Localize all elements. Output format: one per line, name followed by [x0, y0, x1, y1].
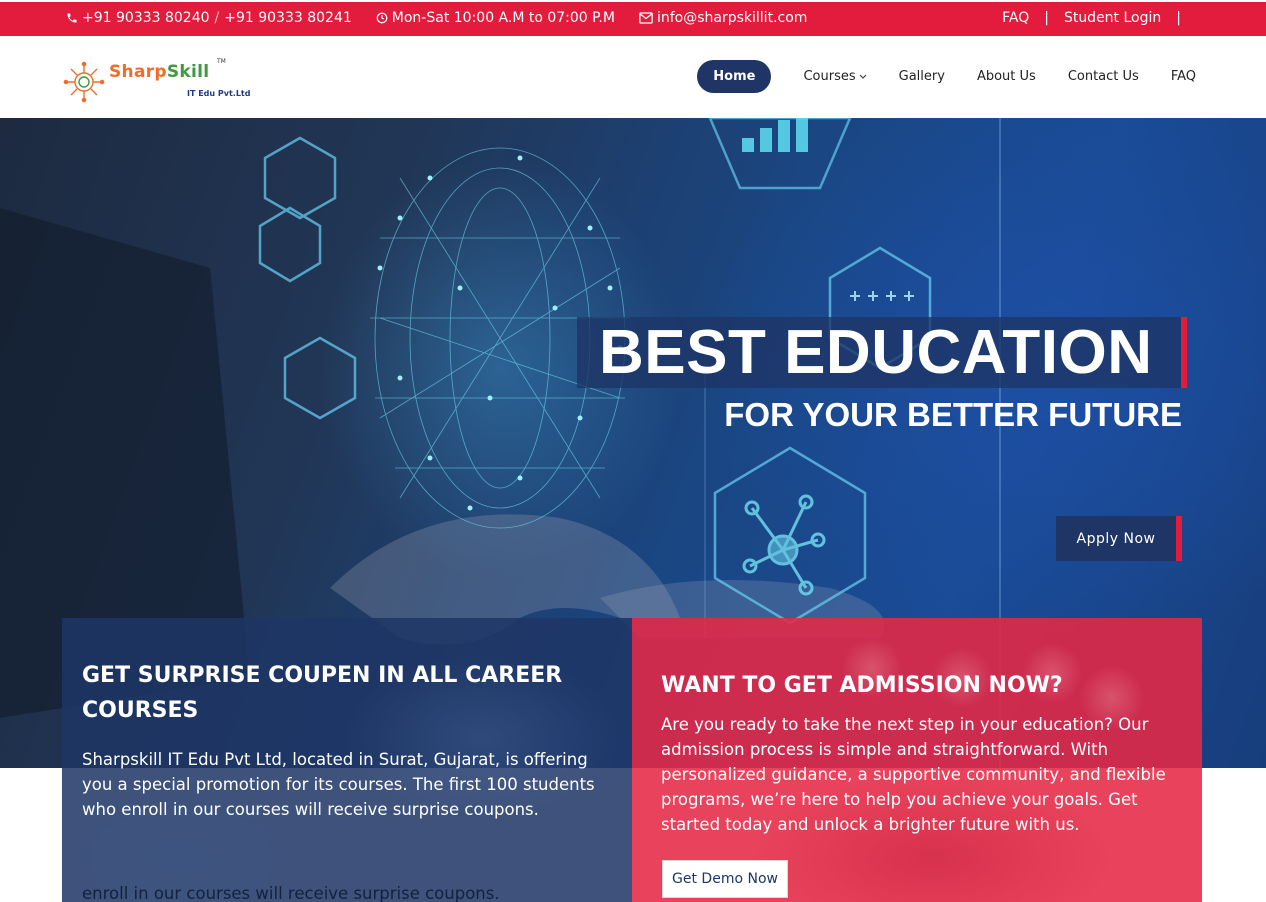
chevron-down-icon [859, 74, 867, 79]
office-hours: Mon-Sat 10:00 A.M to 07:00 P.M [376, 10, 615, 26]
top-faq-link[interactable]: FAQ [1002, 10, 1029, 26]
logo-brand-part2: Skill [166, 62, 210, 82]
email-link[interactable]: info@sharpskillit.com [657, 10, 807, 26]
phone-icon [67, 13, 77, 23]
coupon-card-text: Sharpskill IT Edu Pvt Ltd, located in Su… [82, 750, 595, 819]
logo-tagline: IT Edu Pvt.Ltd [187, 89, 251, 98]
nav-gallery[interactable]: Gallery [899, 69, 945, 84]
nav-courses-label: Courses [803, 69, 856, 84]
logo-brand: SharpSkill [109, 62, 209, 82]
phone-numbers: +91 90333 80240 / +91 90333 80241 [66, 10, 352, 26]
student-login-link[interactable]: Student Login [1064, 10, 1161, 26]
hours-text: Mon-Sat 10:00 A.M to 07:00 P.M [391, 10, 615, 26]
top-link-separator: | [1044, 10, 1049, 26]
admission-card-text: Are you ready to take the next step in y… [661, 715, 1166, 834]
hero-title-box: BEST EDUCATION [577, 317, 1187, 388]
hero-title: BEST EDUCATION [599, 318, 1153, 387]
top-contact-bar: +91 90333 80240 / +91 90333 80241 Mon-Sa… [0, 0, 1266, 36]
nav-home[interactable]: Home [697, 60, 772, 93]
coupon-card-overflow-text: enroll in our courses will receive surpr… [82, 884, 500, 902]
nav-contact[interactable]: Contact Us [1068, 69, 1139, 84]
phone-2[interactable]: +91 90333 80241 [224, 10, 352, 26]
nav-faq[interactable]: FAQ [1171, 69, 1196, 84]
logo-brand-part1: Sharp [109, 62, 167, 82]
admission-card: WANT TO GET ADMISSION NOW? Are you ready… [632, 618, 1202, 902]
hero-subtitle: FOR YOUR BETTER FUTURE [724, 396, 1182, 433]
nav-about[interactable]: About Us [977, 69, 1036, 84]
email-contact: info@sharpskillit.com [639, 10, 807, 26]
contact-info: +91 90333 80240 / +91 90333 80241 Mon-Sa… [66, 10, 831, 26]
top-link-separator: | [1176, 10, 1181, 26]
nav-courses[interactable]: Courses [803, 69, 867, 84]
logo-trademark: TM [217, 58, 226, 65]
top-links: FAQ | Student Login | [1002, 10, 1196, 26]
phone-1[interactable]: +91 90333 80240 [82, 10, 210, 26]
admission-card-title: WANT TO GET ADMISSION NOW? [661, 673, 1063, 698]
coupon-promo-card: GET SURPRISE COUPEN IN ALL CAREER COURSE… [62, 618, 632, 902]
apply-now-button[interactable]: Apply Now [1056, 516, 1182, 561]
site-header: SharpSkill TM IT Edu Pvt.Ltd Home Course… [0, 36, 1266, 118]
get-demo-button[interactable]: Get Demo Now [662, 860, 788, 898]
logo-chip-icon [63, 61, 105, 103]
phone-separator: / [214, 10, 220, 26]
envelope-icon [639, 12, 653, 24]
clock-icon [376, 12, 388, 24]
coupon-card-title: GET SURPRISE COUPEN IN ALL CAREER COURSE… [82, 663, 563, 723]
main-nav: Home Courses Gallery About Us Contact Us… [697, 60, 1196, 93]
hero-title-accent [1181, 317, 1187, 388]
site-logo[interactable]: SharpSkill TM IT Edu Pvt.Ltd [62, 56, 252, 106]
